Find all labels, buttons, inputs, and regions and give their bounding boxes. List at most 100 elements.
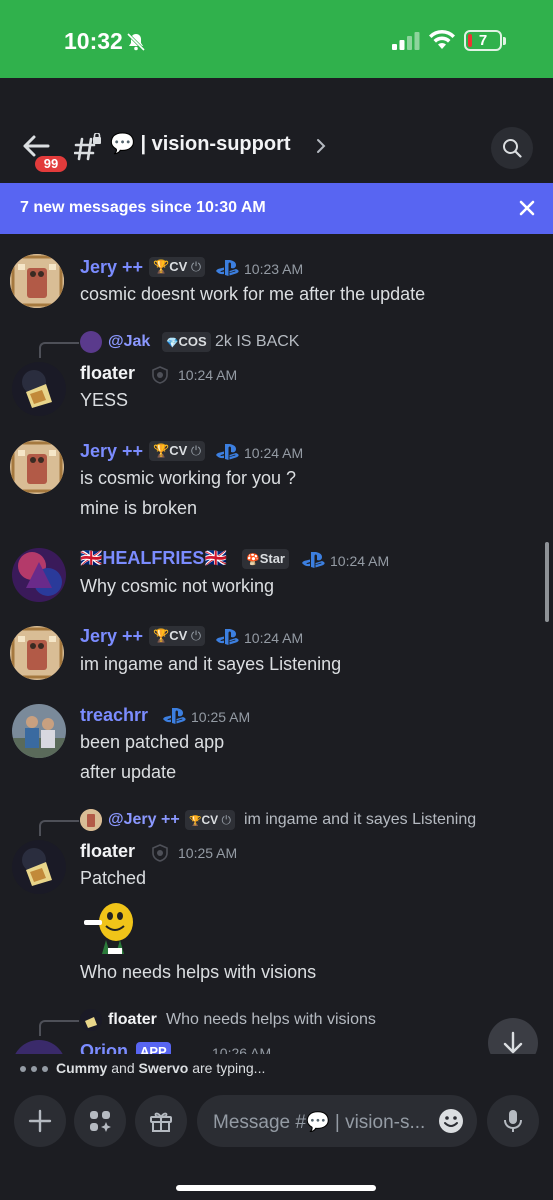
- microphone-icon: [504, 1110, 522, 1132]
- reply-preview-text[interactable]: 2k IS BACK: [215, 333, 299, 351]
- reply-username[interactable]: @Jak: [108, 333, 150, 351]
- avatar-image: [12, 704, 66, 758]
- emoji-picker-icon[interactable]: [438, 1108, 464, 1134]
- username[interactable]: Jery ++: [80, 626, 143, 647]
- username[interactable]: Jery ++: [80, 441, 143, 462]
- timestamp: 10:26 AM: [212, 1045, 272, 1054]
- message-text: Who needs helps with visions: [80, 962, 317, 982]
- add-attachment-button[interactable]: [14, 1095, 66, 1147]
- moderator-icon: [152, 366, 168, 384]
- username[interactable]: floater: [80, 841, 135, 862]
- avatar[interactable]: [12, 362, 66, 416]
- battery-percent: 7: [478, 32, 488, 49]
- guild-tag-label: Star: [259, 551, 285, 566]
- typing-connector: and: [111, 1060, 135, 1076]
- channel-title[interactable]: 💬 | vision-support: [110, 131, 291, 156]
- reply-username[interactable]: @Jery ++: [108, 811, 180, 829]
- avatar[interactable]: [10, 254, 64, 308]
- reply-connector: [39, 342, 79, 358]
- message-text: is cosmic working for you ?: [80, 468, 297, 488]
- power-icon: ⏻: [190, 628, 202, 643]
- bell-off-icon: [126, 32, 146, 52]
- avatar-image: [10, 254, 64, 308]
- timestamp: 10:24 AM: [330, 553, 390, 569]
- typing-user: Cummy: [56, 1060, 108, 1076]
- avatar[interactable]: [10, 626, 64, 680]
- typing-suffix: are typing...: [192, 1060, 266, 1076]
- reply-username[interactable]: floater: [108, 1011, 157, 1029]
- close-icon[interactable]: [518, 199, 536, 217]
- message-composer: Message #💬 | vision-s...: [0, 1084, 553, 1200]
- typing-indicator: Cummy and Swervo are typing...: [0, 1054, 553, 1084]
- trophy-icon: 🏆: [153, 628, 170, 643]
- battery-indicator: 7: [464, 30, 502, 51]
- home-indicator[interactable]: [176, 1185, 376, 1191]
- search-button[interactable]: [491, 127, 533, 169]
- moderator-icon: [152, 844, 168, 862]
- message-text: after update: [80, 762, 177, 782]
- avatar-image: [12, 362, 66, 416]
- chevron-right-icon[interactable]: [315, 138, 327, 154]
- username[interactable]: 🇬🇧HEALFRIES🇬🇧: [80, 548, 227, 569]
- message-list[interactable]: Jery ++ 🏆CV ⏻ 10:23 AM cosmic doesnt wor…: [0, 234, 553, 1054]
- timestamp: 10:24 AM: [244, 445, 304, 461]
- wifi-icon: [429, 29, 455, 49]
- reply-avatar: [80, 331, 102, 353]
- guild-tag-label: CV: [169, 443, 188, 458]
- guild-tag: 🏆CV ⏻: [149, 441, 206, 461]
- guild-tag: 🏆CV ⏻: [149, 626, 206, 646]
- playstation-icon: [302, 552, 325, 568]
- power-icon: ⏻: [190, 443, 202, 458]
- username[interactable]: floater: [80, 363, 135, 384]
- avatar[interactable]: [10, 440, 64, 494]
- playstation-icon: [216, 260, 239, 276]
- new-messages-banner[interactable]: 7 new messages since 10:30 AM: [0, 183, 553, 234]
- reply-preview-text[interactable]: Who needs helps with visions: [166, 1011, 376, 1029]
- avatar[interactable]: [12, 840, 66, 894]
- reply-connector: [39, 1020, 79, 1036]
- playstation-icon: [163, 708, 186, 724]
- typing-user: Swervo: [138, 1060, 189, 1076]
- avatar[interactable]: [12, 704, 66, 758]
- scrollbar-thumb[interactable]: [545, 542, 549, 622]
- message-text: Why cosmic not working: [80, 576, 275, 596]
- username[interactable]: Orion: [80, 1041, 128, 1054]
- username[interactable]: Jery ++: [80, 257, 143, 278]
- signal-icon: [392, 32, 420, 50]
- search-icon: [503, 139, 522, 158]
- channel-separator: |: [140, 133, 152, 155]
- timestamp: 10:24 AM: [244, 630, 304, 646]
- mushroom-icon: 🍄: [246, 554, 260, 566]
- message-text: YESS: [80, 390, 129, 410]
- reply-avatar: [80, 809, 102, 831]
- message-input-placeholder: Message #💬 | vision-s...: [213, 1112, 426, 1133]
- avatar[interactable]: [12, 548, 66, 602]
- guild-tag: 💎COS: [162, 332, 211, 352]
- typing-text: Cummy and Swervo are typing...: [56, 1060, 265, 1076]
- reply-connector: [39, 820, 79, 836]
- message-input[interactable]: Message #💬 | vision-s...: [197, 1095, 477, 1147]
- playstation-icon: [216, 444, 239, 460]
- guild-tag-label: CV: [169, 259, 188, 274]
- avatar[interactable]: [12, 1040, 66, 1054]
- voice-message-button[interactable]: [487, 1095, 539, 1147]
- apps-sparkle-icon: [90, 1111, 111, 1132]
- timestamp: 10:24 AM: [178, 367, 238, 383]
- username[interactable]: treachrr: [80, 705, 148, 726]
- message-text: been patched app: [80, 732, 225, 752]
- uk-flag-emoji: 🇬🇧: [80, 548, 103, 568]
- timestamp: 10:25 AM: [178, 845, 238, 861]
- unread-count-badge: 99: [32, 153, 70, 175]
- gift-button[interactable]: [135, 1095, 187, 1147]
- gem-icon: 💎: [166, 338, 179, 349]
- guild-tag-label: COS: [178, 334, 207, 349]
- message-text: cosmic doesnt work for me after the upda…: [80, 284, 426, 304]
- avatar-image: [10, 440, 64, 494]
- avatar-image: [10, 626, 64, 680]
- guild-tag-label: CV: [169, 628, 188, 643]
- plus-icon: [28, 1109, 52, 1133]
- arrow-down-icon: [503, 1031, 523, 1054]
- battery-tip: [503, 37, 506, 45]
- apps-button[interactable]: [74, 1095, 126, 1147]
- reply-preview-text[interactable]: im ingame and it sayes Listening: [244, 811, 476, 829]
